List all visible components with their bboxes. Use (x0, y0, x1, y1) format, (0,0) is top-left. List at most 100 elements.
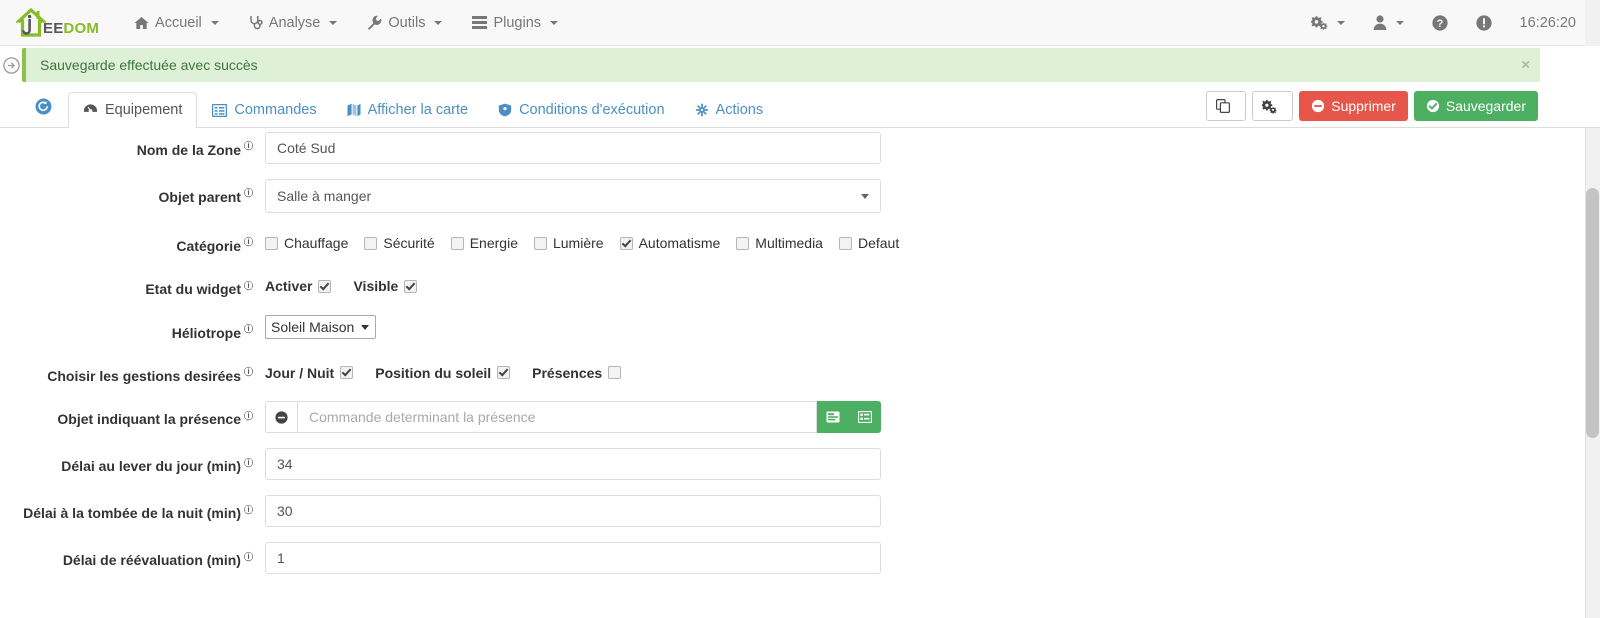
checkbox-activer[interactable]: Activer (265, 278, 332, 294)
label-delai-reevaluation: Délai de réévaluation (min) ⓘ (0, 542, 265, 570)
checkbox-box-icon[interactable] (533, 236, 547, 250)
checkbox-defaut[interactable]: Defaut (838, 235, 899, 251)
tab-commandes[interactable]: Commandes (197, 92, 331, 128)
checkbox-box-checked-icon[interactable] (619, 236, 633, 250)
page-scrollbar-thumb[interactable] (1586, 188, 1599, 438)
checkbox-lumiere-label: Lumière (552, 235, 604, 251)
objet-parent-select[interactable]: Salle à manger (265, 179, 881, 213)
delai-lever-input[interactable] (265, 448, 881, 481)
checkbox-lumiere[interactable]: Lumière (533, 235, 604, 251)
shield-icon (498, 103, 512, 117)
checkbox-securite[interactable]: Sécurité (364, 235, 435, 251)
configuration-button[interactable] (1252, 91, 1294, 121)
chevron-down-icon (329, 20, 338, 25)
nav-settings-menu[interactable] (1297, 0, 1359, 46)
label-gestions-text: Choisir les gestions desirées (47, 367, 241, 384)
nav-info-button[interactable] (1462, 0, 1506, 46)
delai-nuit-input[interactable] (265, 495, 881, 528)
checkbox-visible[interactable]: Visible (353, 278, 418, 295)
server-list-icon (472, 16, 488, 29)
minus-circle-icon (275, 411, 288, 424)
checkbox-box-checked-icon[interactable] (318, 279, 332, 293)
save-button[interactable]: Sauvegarder (1413, 91, 1538, 121)
page-scrollbar[interactable] (1585, 128, 1600, 618)
tab-afficher-la-carte[interactable]: Afficher la carte (332, 92, 483, 128)
checkbox-chauffage[interactable]: Chauffage (265, 235, 348, 251)
checkbox-box-icon[interactable] (265, 236, 278, 250)
delete-button[interactable]: Supprimer (1299, 91, 1408, 121)
help-circle-icon[interactable]: ⓘ (244, 236, 253, 249)
choose-command-button[interactable] (817, 401, 849, 434)
tab-equipement[interactable]: Equipement (68, 91, 198, 128)
checkbox-box-checked-icon[interactable] (340, 366, 354, 380)
label-heliotrope: Héliotrope ⓘ (0, 315, 265, 343)
dashboard-icon (83, 103, 98, 117)
browse-command-button[interactable] (849, 401, 881, 434)
chevron-down-icon (1395, 20, 1404, 25)
label-delai-lever: Délai au lever du jour (min) ⓘ (0, 448, 265, 476)
alert-close-button[interactable]: × (1521, 58, 1530, 73)
nav-item-analyse[interactable]: Analyse (234, 0, 353, 46)
form-row-heliotrope: Héliotrope ⓘ Soleil Maison (0, 314, 1600, 343)
checkbox-box-icon[interactable] (364, 236, 378, 250)
checkbox-energie[interactable]: Energie (450, 235, 518, 251)
asterisk-icon (695, 103, 709, 117)
nav-help-button[interactable]: ? (1418, 0, 1462, 46)
nav-item-plugins-label: Plugins (493, 14, 542, 31)
tab-afficher-la-carte-label: Afficher la carte (367, 101, 469, 118)
arrow-circle-left-icon (35, 98, 52, 115)
nav-item-outils[interactable]: Outils (352, 0, 457, 46)
categorie-checkbox-group: Chauffage Sécurité Energie Lumière Autom… (265, 228, 1600, 251)
label-delai-nuit-text: Délai à la tombée de la nuit (min) (23, 505, 241, 522)
nom-zone-input[interactable] (265, 132, 881, 164)
checkbox-box-checked-icon[interactable] (404, 279, 418, 293)
checkbox-multimedia-label: Multimedia (755, 235, 823, 251)
checkbox-presences[interactable]: Présences (532, 365, 622, 381)
checkbox-box-checked-icon[interactable] (497, 366, 511, 380)
nav-item-accueil[interactable]: Accueil (119, 0, 234, 46)
back-button[interactable] (26, 89, 60, 123)
stethoscope-icon (249, 15, 263, 30)
brand-logo[interactable]: EEDOM (10, 0, 105, 46)
help-circle-icon[interactable]: ⓘ (244, 187, 253, 200)
checkbox-chauffage-label: Chauffage (284, 235, 349, 251)
tab-actions[interactable]: Actions (680, 92, 779, 128)
checkbox-automatisme[interactable]: Automatisme (619, 235, 720, 251)
tab-conditions-execution[interactable]: Conditions d'exécution (483, 92, 679, 128)
gears-icon (1262, 99, 1277, 114)
checkbox-box-icon[interactable] (608, 366, 622, 380)
checkbox-box-icon[interactable] (838, 236, 852, 250)
duplicate-button[interactable] (1206, 91, 1247, 121)
help-circle-icon[interactable]: ⓘ (244, 457, 253, 470)
help-circle-icon[interactable]: ⓘ (244, 140, 253, 153)
remove-command-button[interactable] (265, 401, 297, 434)
checkbox-box-icon[interactable] (736, 236, 750, 250)
checkbox-multimedia[interactable]: Multimedia (736, 235, 823, 251)
nav-item-plugins[interactable]: Plugins (457, 0, 573, 46)
delai-reevaluation-input[interactable] (265, 542, 881, 575)
tab-equipement-label: Equipement (105, 101, 183, 118)
help-circle-icon[interactable]: ⓘ (244, 280, 253, 293)
heliotrope-select[interactable]: Soleil Maison (265, 314, 376, 339)
help-circle-icon[interactable]: ⓘ (244, 551, 253, 564)
objet-presence-input[interactable] (297, 401, 817, 434)
checkbox-jour-nuit[interactable]: Jour / Nuit (265, 365, 354, 381)
checkbox-visible-label: Visible (353, 278, 399, 295)
nav-user-menu[interactable] (1359, 0, 1418, 46)
label-delai-reevaluation-text: Délai de réévaluation (min) (62, 552, 241, 569)
sidebar-toggle-button[interactable] (0, 46, 22, 84)
help-circle-icon: ? (1431, 14, 1448, 31)
label-nom-zone-text: Nom de la Zone (136, 142, 241, 158)
checkbox-box-icon[interactable] (450, 236, 464, 250)
circle-arrow-right-icon (2, 56, 20, 74)
help-circle-icon[interactable]: ⓘ (244, 410, 253, 423)
form-row-categorie: Catégorie ⓘ Chauffage Sécurité Energie L… (0, 228, 1600, 256)
delete-button-label: Supprimer (1331, 98, 1396, 114)
help-circle-icon[interactable]: ⓘ (244, 504, 253, 517)
label-delai-lever-text: Délai au lever du jour (min) (61, 458, 241, 475)
help-circle-icon[interactable]: ⓘ (244, 323, 253, 336)
alert-row: Sauvegarde effectuée avec succès × (0, 46, 1600, 84)
help-circle-icon[interactable]: ⓘ (244, 366, 253, 379)
tab-list: Equipement Commandes Afficher la carte C… (68, 84, 779, 128)
checkbox-position-soleil[interactable]: Position du soleil (375, 365, 511, 381)
